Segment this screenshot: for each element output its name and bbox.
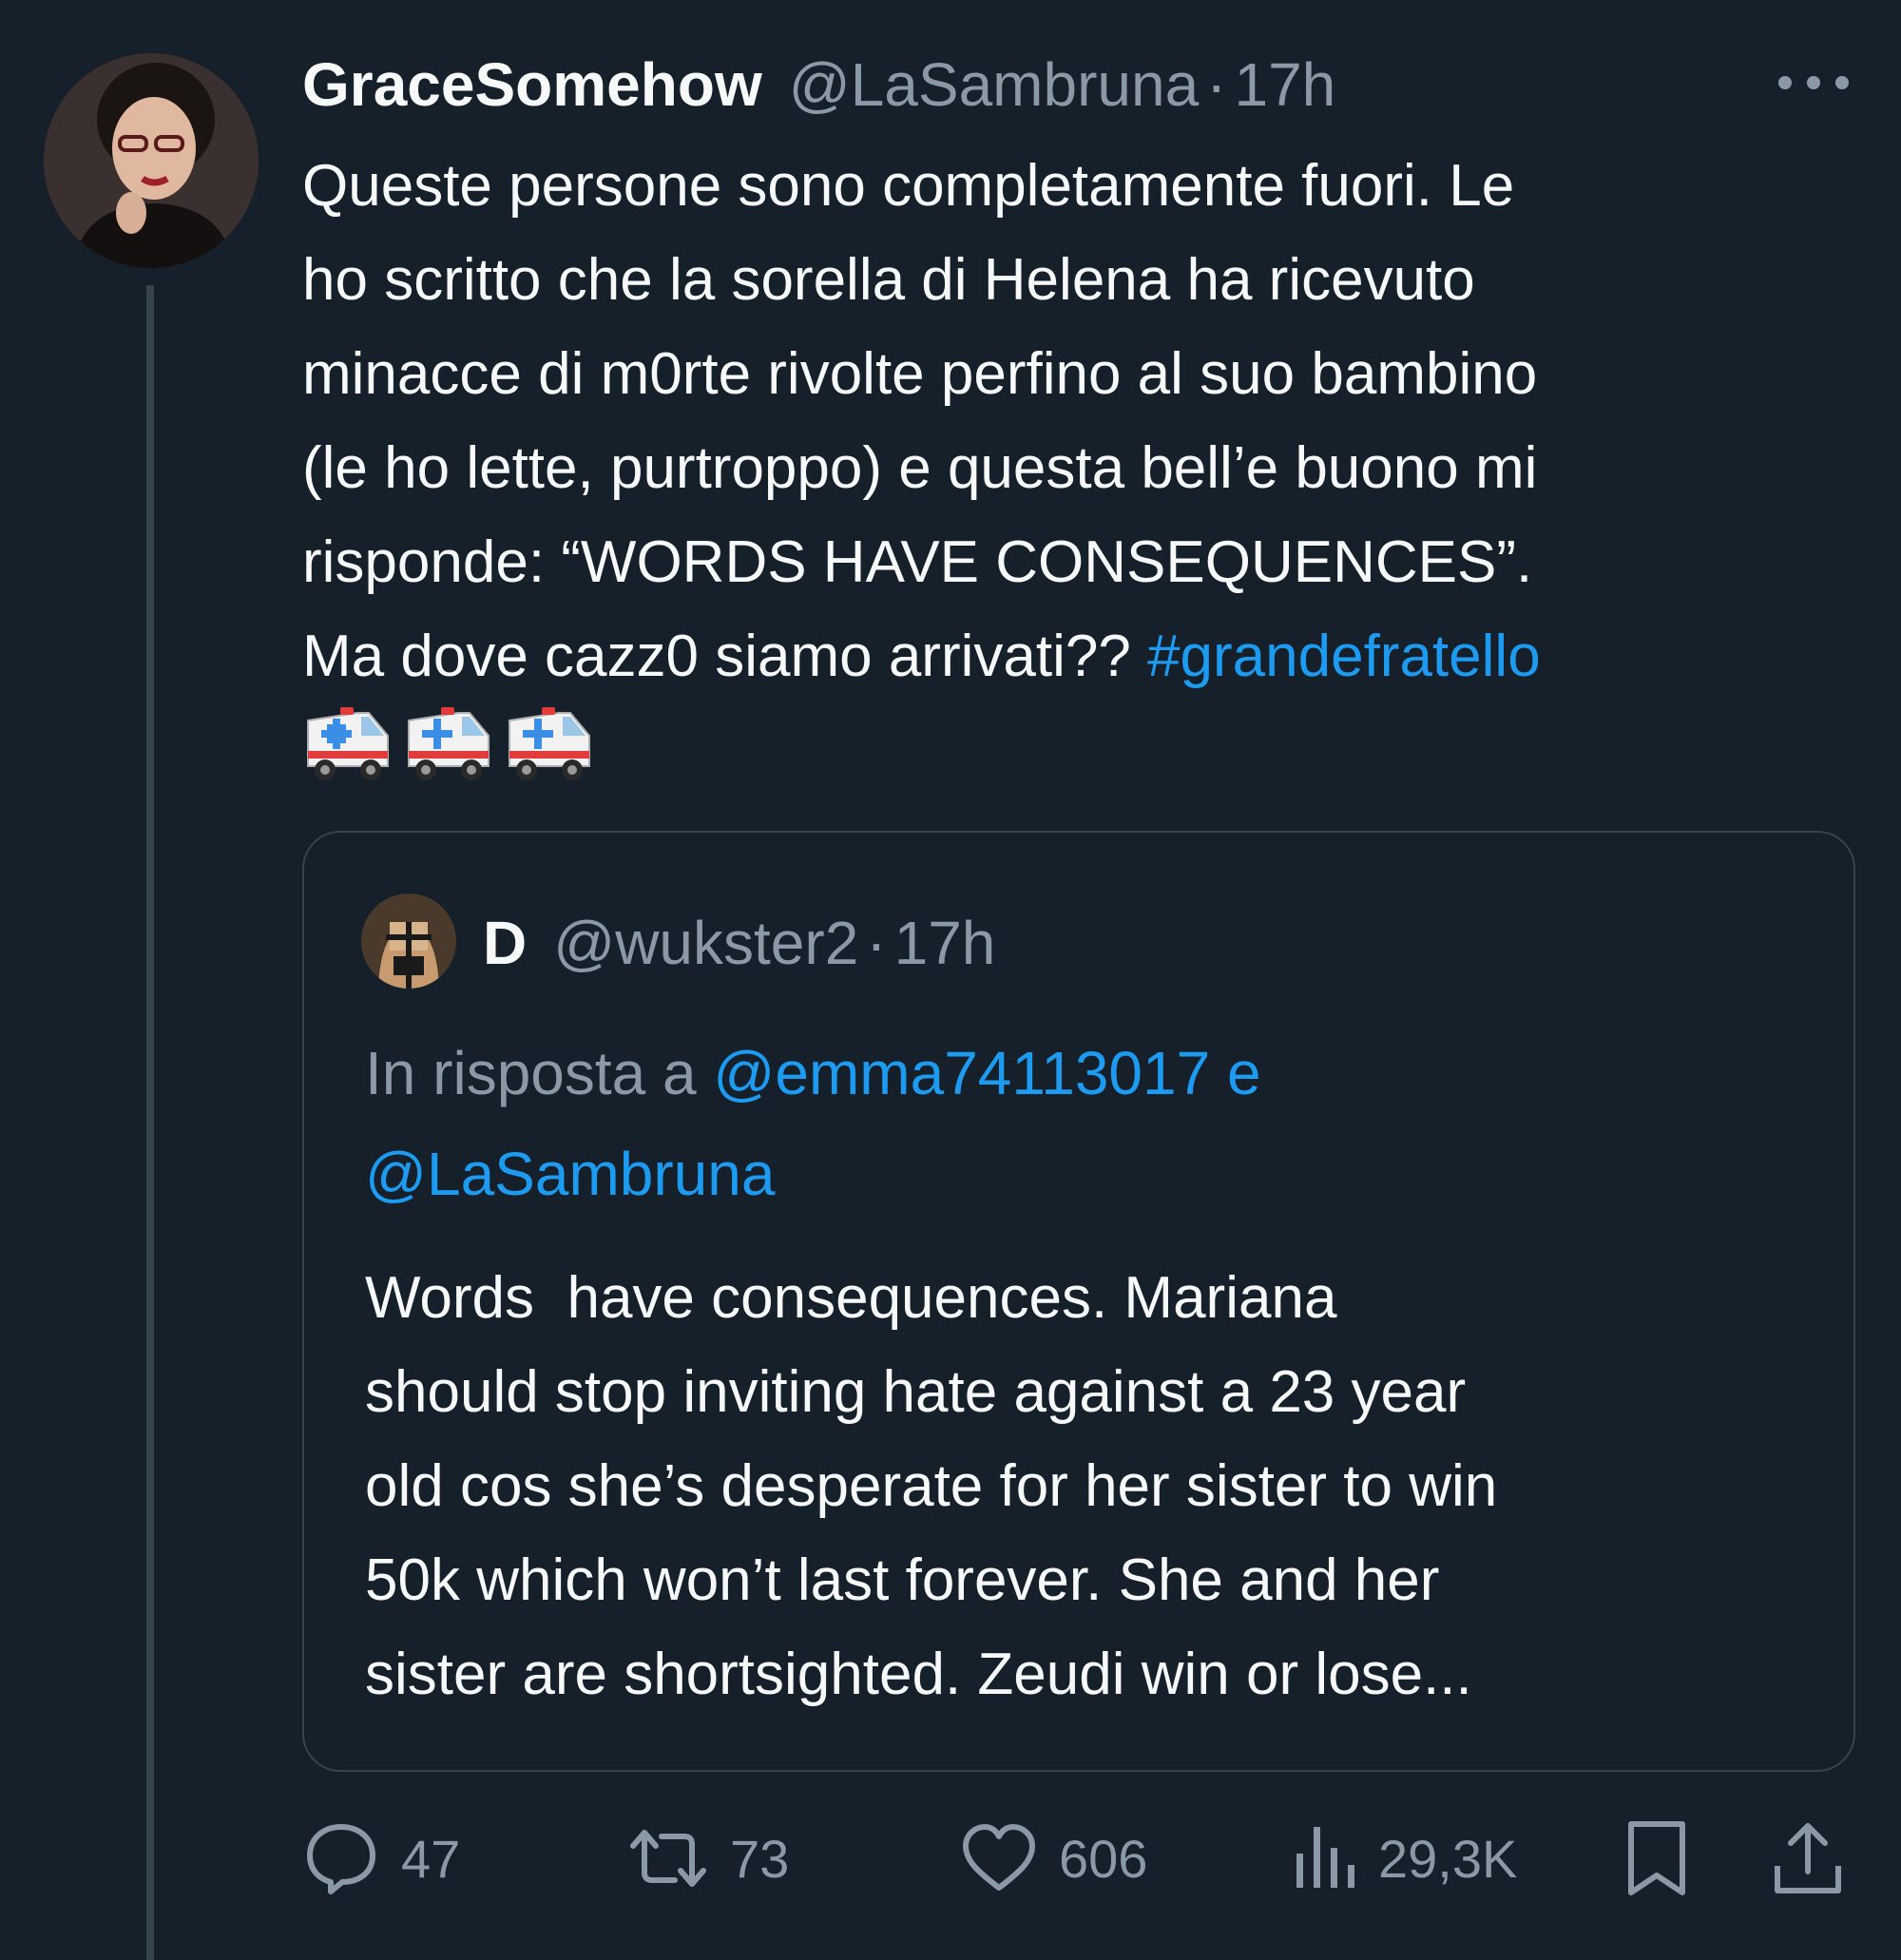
quoted-author-handle[interactable]: @wukster2 [553,908,858,978]
author-handle[interactable]: @LaSambruna [789,49,1199,120]
thread-line [146,285,154,1960]
quoted-text-line: sister are shortsighted. Zeudi win or lo… [365,1642,1472,1707]
hashtag-link[interactable]: #grandefratello [1147,624,1541,689]
like-button[interactable]: 606 [960,1806,1147,1911]
retweet-icon [630,1830,706,1887]
separator-dot: · [866,909,887,977]
emoji-row [302,703,595,789]
ambulance-emoji [307,707,389,780]
separator-dot: · [1206,50,1227,119]
tweet-text-fragment: Ma dove cazz0 siamo arrivati?? [302,624,1148,689]
tweet-header: GraceSomehow @LaSambruna · 17h [302,42,1728,127]
tweet-text-line: minacce di m0rte rivolte perfino al suo … [302,341,1538,407]
views-count: 29,3K [1378,1828,1518,1889]
more-options-button[interactable] [1774,59,1853,106]
views-button[interactable]: 29,3K [1291,1806,1517,1911]
tweet-text-line: ho scritto che la sorella di Helena ha r… [302,247,1475,313]
quoted-author-display-name[interactable]: D [483,908,527,978]
analytics-icon [1296,1827,1354,1888]
reply-count: 47 [401,1828,461,1889]
quoted-tweet-card[interactable]: D @wukster2 · 17h In risposta a @emma741… [302,831,1855,1772]
mention-link[interactable]: @emma74113017 [713,1039,1210,1107]
author-avatar-image [44,53,259,268]
like-count: 606 [1059,1828,1148,1889]
share-icon [1775,1823,1841,1893]
replying-to-prefix: In risposta a [365,1039,714,1107]
tweet-timestamp[interactable]: 17h [1234,49,1335,120]
heart-icon [963,1824,1035,1891]
share-button[interactable] [1772,1806,1844,1911]
bookmark-button[interactable] [1623,1806,1690,1911]
tweet-text-line: risponde: “WORDS HAVE CONSEQUENCES”. [302,529,1533,595]
mention-link[interactable]: @LaSambruna [365,1140,775,1208]
quoted-text-line: 50k which won’t last forever. She and he… [365,1547,1440,1613]
author-display-name[interactable]: GraceSomehow [302,49,762,120]
action-bar: 47 73 606 29,3K [302,1806,1861,1911]
replying-to-joiner: e [1210,1039,1261,1107]
quoted-tweet-timestamp[interactable]: 17h [894,908,996,978]
tweet-text-line-last: Ma dove cazz0 siamo arrivati?? #grandefr… [302,609,1871,703]
quoted-text-line: old cos she’s desperate for her sister t… [365,1453,1498,1519]
retweet-count: 73 [730,1828,790,1889]
replying-to: In risposta a @emma74113017 e @LaSambrun… [365,1023,1261,1224]
ambulance-emoji [509,707,590,780]
quoted-author-avatar[interactable] [361,894,456,989]
replying-to-line: @LaSambruna [365,1124,1261,1224]
reply-icon [307,1824,375,1894]
quoted-text-line: should stop inviting hate against a 23 y… [365,1359,1467,1425]
tweet-text-line: (le ho lette, purtroppo) e questa bell’e… [302,435,1538,501]
reply-button[interactable]: 47 [302,1806,460,1911]
tweet-text: Queste persone sono completamente fuori.… [302,139,1871,703]
quoted-tweet-header: D @wukster2 · 17h [483,895,995,990]
quoted-text-line: Words have consequences. Mariana [365,1265,1337,1331]
quoted-tweet-text: Words have consequences. Mariana should … [365,1251,1497,1721]
replying-to-line: In risposta a @emma74113017 e [365,1023,1261,1124]
more-icon [1778,76,1849,89]
quoted-avatar-image [361,894,456,989]
tweet-text-line: Queste persone sono completamente fuori.… [302,153,1515,219]
ambulance-emoji [408,707,490,780]
bookmark-icon [1628,1821,1685,1895]
author-avatar[interactable] [44,53,259,268]
retweet-button[interactable]: 73 [627,1806,789,1911]
